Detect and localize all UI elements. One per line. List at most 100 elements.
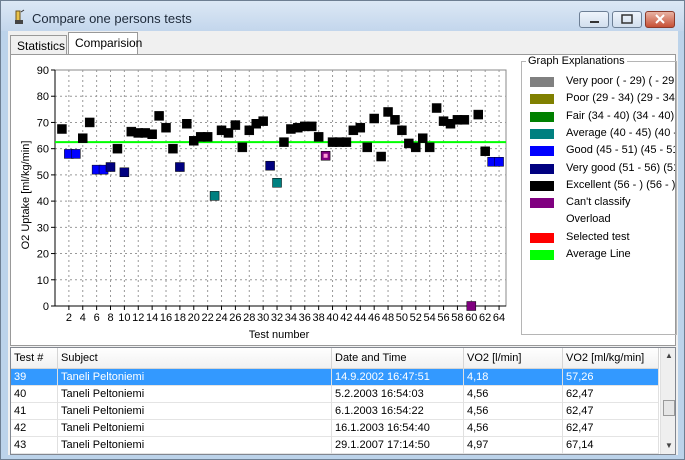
table-cell[interactable]: Taneli Peltoniemi <box>58 403 332 420</box>
column-header-vo2-mlkgmin[interactable]: VO2 [ml/kg/min] <box>563 348 659 368</box>
data-point <box>369 113 379 124</box>
legend-item: Excellent (56 - ) (56 - ) <box>530 178 675 195</box>
data-point <box>182 119 192 129</box>
legend-swatch <box>530 198 554 209</box>
data-point <box>71 149 81 159</box>
x-tick-label: 32 <box>271 312 283 324</box>
data-point <box>105 162 116 172</box>
scroll-up-arrow-icon[interactable]: ▲ <box>661 348 675 364</box>
data-point <box>202 132 213 142</box>
data-point <box>473 109 483 120</box>
table-cell[interactable]: 4,56 <box>464 403 563 420</box>
legend-swatch <box>530 94 554 105</box>
table-cell[interactable]: 4,18 <box>464 369 563 386</box>
legend-swatch <box>530 111 554 122</box>
table-cell[interactable]: Taneli Peltoniemi <box>58 386 332 403</box>
table-cell[interactable]: Taneli Peltoniemi <box>58 420 332 437</box>
x-tick-label: 34 <box>285 312 297 324</box>
vertical-scrollbar[interactable]: ▲ ▼ <box>660 348 675 454</box>
data-point <box>480 146 490 157</box>
table-header: Test # Subject Date and Time VO2 [l/min]… <box>11 348 659 369</box>
title-bar[interactable]: Compare one persons tests <box>1 1 684 31</box>
y-tick-label: 80 <box>37 91 49 103</box>
y-tick-label: 30 <box>37 222 49 234</box>
x-tick-label: 64 <box>493 312 505 324</box>
table-cell[interactable]: 16.1.2003 16:54:40 <box>332 420 464 437</box>
app-icon <box>15 9 25 24</box>
x-tick-label: 26 <box>229 312 241 324</box>
x-tick-label: 50 <box>396 312 408 324</box>
x-tick-label: 52 <box>410 312 422 324</box>
x-tick-label: 20 <box>188 312 200 324</box>
data-point <box>424 142 435 153</box>
table-cell[interactable]: 67,14 <box>563 437 659 454</box>
table-cell[interactable]: Taneli Peltoniemi <box>58 369 332 386</box>
table-cell[interactable]: 42 <box>11 420 58 437</box>
legend-label: Selected test <box>566 230 630 243</box>
table-cell[interactable]: 62,47 <box>563 386 659 403</box>
data-point <box>78 133 88 143</box>
x-tick-label: 60 <box>465 312 477 324</box>
table-cell[interactable]: Taneli Peltoniemi <box>58 437 332 454</box>
legend-label: Good (45 - 51) (45 - 51 <box>566 144 675 157</box>
x-tick-label: 36 <box>299 312 311 324</box>
legend-label: Excellent (56 - ) (56 - ) <box>566 178 675 191</box>
data-point <box>112 143 123 154</box>
table-cell[interactable]: 39 <box>11 369 58 386</box>
table-cell[interactable]: 41 <box>11 403 58 420</box>
table-cell[interactable]: 29.1.2007 17:14:50 <box>332 437 464 454</box>
column-header-test-number[interactable]: Test # <box>11 348 58 368</box>
data-point <box>168 143 178 154</box>
y-tick-label: 10 <box>37 275 49 287</box>
table-cell[interactable]: 14.9.2002 16:47:51 <box>332 369 464 386</box>
column-header-subject[interactable]: Subject <box>58 348 332 368</box>
column-header-date-time[interactable]: Date and Time <box>332 348 464 368</box>
data-point <box>341 137 352 147</box>
x-tick-label: 4 <box>80 312 86 324</box>
table-cell[interactable]: 40 <box>11 386 58 403</box>
x-tick-label: 42 <box>340 312 352 324</box>
legend-title: Graph Explanations <box>526 55 627 67</box>
data-point <box>237 142 248 153</box>
x-tick-label: 18 <box>174 312 186 324</box>
table-row[interactable]: 42 Taneli Peltoniemi 16.1.2003 16:54:40 4,5… <box>11 420 659 437</box>
x-tick-label: 2 <box>66 312 72 324</box>
column-header-vo2-lmin[interactable]: VO2 [l/min] <box>464 348 563 368</box>
table-cell[interactable]: 57,26 <box>563 369 659 386</box>
client-area: Statistics Comparision 0 10 20 30 40 50 60 70 80… <box>8 31 678 455</box>
table-cell[interactable]: 4,56 <box>464 386 563 403</box>
x-tick-label: 58 <box>451 312 463 324</box>
legend-item: Selected test <box>530 230 675 247</box>
data-point <box>265 160 275 171</box>
data-point <box>397 125 407 136</box>
table-cell[interactable]: 4,97 <box>464 437 563 454</box>
table-cell[interactable]: 62,47 <box>563 420 659 437</box>
legend-label: Very poor ( - 29) ( - 29 <box>566 75 675 87</box>
y-tick-label: 40 <box>37 196 49 208</box>
table-cell[interactable]: 62,47 <box>563 403 659 420</box>
minimize-button[interactable] <box>579 11 609 28</box>
table-row[interactable]: 40 Taneli Peltoniemi 5.2.2003 16:54:03 4,56… <box>11 386 659 403</box>
y-tick-label: 50 <box>37 170 49 182</box>
x-tick-label: 28 <box>243 312 255 324</box>
tab-comparision[interactable]: Comparision <box>68 32 142 56</box>
close-button[interactable] <box>645 11 675 28</box>
maximize-button[interactable] <box>612 11 642 28</box>
table-row[interactable]: 39 Taneli Peltoniemi 14.9.2002 16:47:51 4,1… <box>11 369 659 386</box>
table-cell[interactable]: 5.2.2003 16:54:03 <box>332 386 464 403</box>
table-cell[interactable]: 6.1.2003 16:54:22 <box>332 403 464 420</box>
x-tick-label: 38 <box>313 312 325 324</box>
table-row[interactable]: 43 Taneli Peltoniemi 29.1.2007 17:14:50 4,9… <box>11 437 659 454</box>
table-cell[interactable]: 43 <box>11 437 58 454</box>
scroll-down-arrow-icon[interactable]: ▼ <box>661 438 675 454</box>
scroll-thumb[interactable] <box>663 400 675 416</box>
data-point <box>306 121 317 132</box>
y-tick-label: 0 <box>43 301 49 313</box>
data-point <box>84 117 95 128</box>
legend-label: Fair (34 - 40) (34 - 40) <box>566 109 675 122</box>
table-cell[interactable]: 4,56 <box>464 420 563 437</box>
legend-label: Average Line <box>566 248 631 260</box>
tab-statistics[interactable]: Statistics <box>10 35 67 55</box>
x-tick-label: 46 <box>368 312 380 324</box>
table-row[interactable]: 41 Taneli Peltoniemi 6.1.2003 16:54:22 4,56… <box>11 403 659 420</box>
